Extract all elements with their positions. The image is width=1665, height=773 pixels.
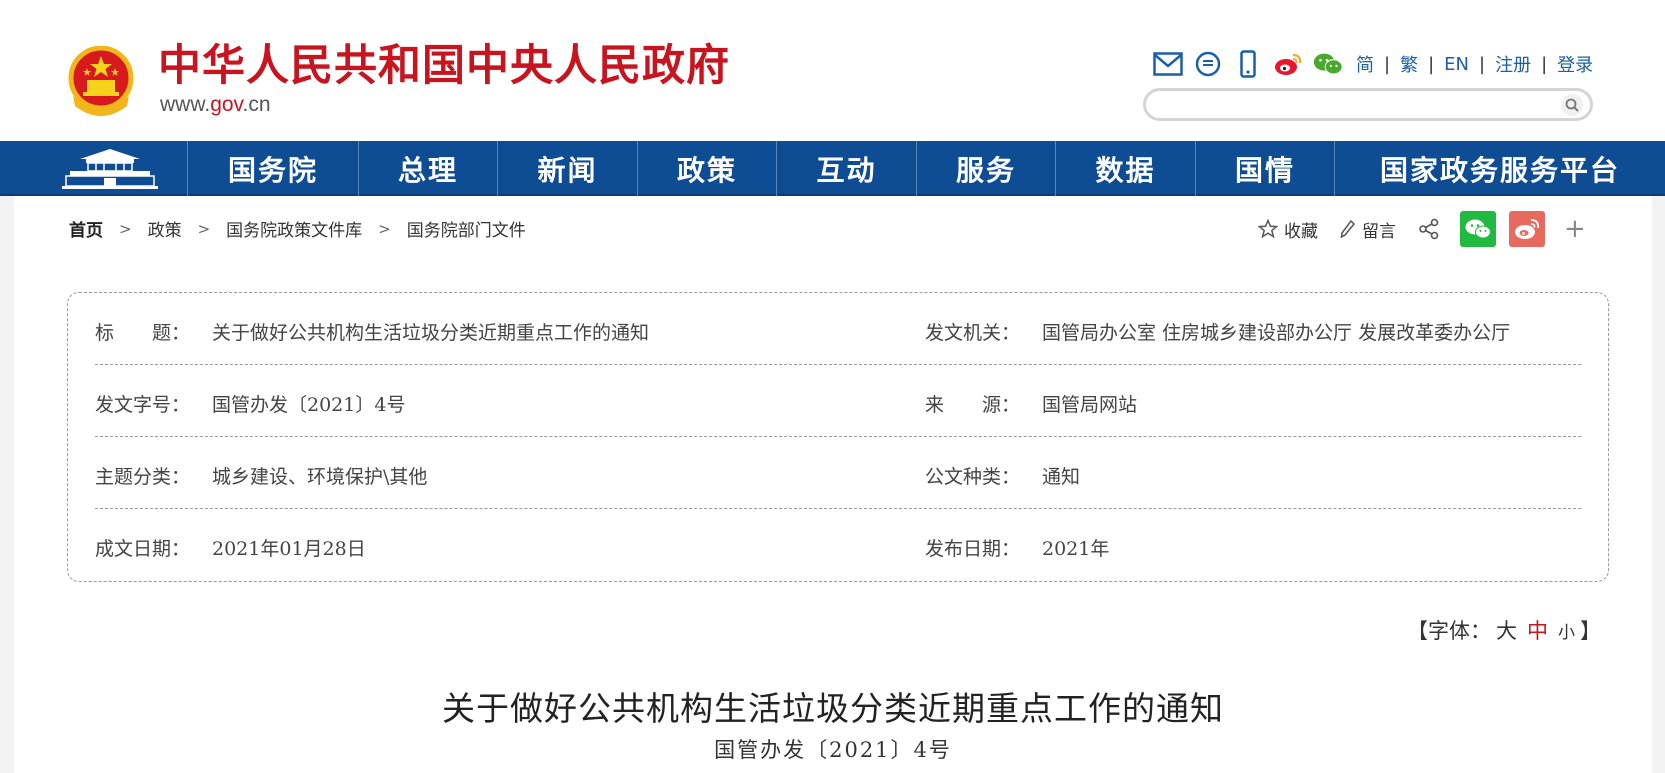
national-emblem-icon[interactable] <box>67 46 135 118</box>
info-value: 2021年01月28日 <box>212 538 366 560</box>
info-label: 来 源： <box>925 394 1021 416</box>
url-gov: gov <box>210 93 243 116</box>
pencil-icon <box>1340 219 1356 239</box>
info-label: 标 题： <box>95 322 191 344</box>
nav-item-news[interactable]: 新闻 <box>497 141 637 196</box>
lang-traditional-link[interactable]: 繁 <box>1400 51 1418 77</box>
chevron-right-icon: > <box>378 219 391 238</box>
breadcrumb-home[interactable]: 首页 <box>69 216 103 241</box>
separator: | <box>1541 53 1548 75</box>
info-row-category: 主题分类： 城乡建设、环境保护\其他 公文种类： 通知 <box>95 437 1581 509</box>
font-size-close: 】 <box>1580 619 1601 643</box>
info-label: 主题分类： <box>95 466 191 488</box>
wechat-icon <box>1465 219 1491 239</box>
mail-icon[interactable] <box>1152 48 1184 80</box>
tiananmen-logo-icon[interactable] <box>62 147 158 191</box>
info-value: 国管办发〔2021〕4号 <box>212 394 406 416</box>
more-share-plus-icon[interactable]: + <box>1564 216 1586 242</box>
nav-items: 国务院 总理 新闻 政策 互动 服务 数据 国情 国家政务服务平台 <box>187 141 1665 196</box>
document-number: 国管办发〔2021〕4号 <box>714 738 952 762</box>
url-prefix: www. <box>160 93 211 116</box>
nav-item-data[interactable]: 数据 <box>1055 141 1195 196</box>
site-header: 中华人民共和国中央人民政府 www.gov.cn 简 | 繁 | EN | 注册… <box>0 0 1665 141</box>
info-label: 发文机关： <box>925 322 1021 344</box>
register-link[interactable]: 注册 <box>1495 51 1531 77</box>
share-bar: 收藏 留言 + <box>1258 211 1586 247</box>
font-size-medium-button[interactable]: 中 <box>1527 615 1548 645</box>
language-links: 简 | 繁 | EN | 注册 | 登录 <box>1356 51 1593 77</box>
nav-item-policy[interactable]: 政策 <box>637 141 776 196</box>
breadcrumb-policy[interactable]: 政策 <box>148 216 182 241</box>
info-row-dates: 成文日期： 2021年01月28日 发布日期： 2021年 <box>95 509 1581 581</box>
info-value: 2021年 <box>1042 538 1110 560</box>
nav-item-gov-service-platform[interactable]: 国家政务服务平台 <box>1334 141 1665 196</box>
font-size-large-button[interactable]: 大 <box>1496 615 1517 645</box>
share-icon[interactable] <box>1418 218 1446 240</box>
mobile-icon[interactable] <box>1232 48 1264 80</box>
site-title[interactable]: 中华人民共和国中央人民政府 <box>158 40 730 92</box>
search-input[interactable] <box>1160 94 1540 116</box>
favorite-label: 收藏 <box>1284 221 1318 242</box>
info-value: 通知 <box>1042 466 1081 488</box>
comment-button[interactable]: 留言 <box>1340 217 1396 242</box>
info-label: 公文种类： <box>925 466 1021 488</box>
info-label: 发文字号： <box>95 394 191 416</box>
font-size-small-button[interactable]: 小 <box>1558 618 1575 643</box>
content-area: 首页 > 政策 > 国务院政策文件库 > 国务院部门文件 收藏 留言 + 标 题… <box>14 196 1652 773</box>
nav-item-premier[interactable]: 总理 <box>358 141 497 196</box>
nav-item-national-info[interactable]: 国情 <box>1195 141 1334 196</box>
lang-english-link[interactable]: EN <box>1444 54 1469 75</box>
search-box <box>1143 88 1593 121</box>
separator: | <box>1428 53 1435 75</box>
separator: | <box>1384 53 1391 75</box>
separator: | <box>1479 53 1486 75</box>
site-url[interactable]: www.gov.cn <box>160 92 271 118</box>
login-link[interactable]: 登录 <box>1557 51 1593 77</box>
info-value: 国管局办公室 住房城乡建设部办公厅 发展改革委办公厅 <box>1042 322 1511 344</box>
wechat-icon[interactable] <box>1312 48 1344 80</box>
info-row-title: 标 题： 关于做好公共机构生活垃圾分类近期重点工作的通知 发文机关： 国管局办公… <box>95 293 1581 365</box>
top-tools: 简 | 繁 | EN | 注册 | 登录 <box>1152 48 1593 80</box>
message-icon[interactable] <box>1192 48 1224 80</box>
info-value: 关于做好公共机构生活垃圾分类近期重点工作的通知 <box>212 322 650 344</box>
breadcrumb-policy-library[interactable]: 国务院政策文件库 <box>226 216 362 241</box>
font-size-open: 【字体： <box>1407 619 1491 643</box>
weibo-icon[interactable] <box>1272 48 1304 80</box>
font-size-selector: 【字体： 大 中 小 】 <box>1407 615 1601 645</box>
search-icon[interactable] <box>1560 93 1584 117</box>
nav-item-services[interactable]: 服务 <box>916 141 1055 196</box>
info-label: 发布日期： <box>925 538 1021 560</box>
breadcrumb: 首页 > 政策 > 国务院政策文件库 > 国务院部门文件 <box>69 216 526 242</box>
share-weibo-button[interactable] <box>1509 211 1545 247</box>
chevron-right-icon: > <box>119 219 132 238</box>
weibo-icon <box>1515 219 1540 239</box>
share-wechat-button[interactable] <box>1460 211 1496 247</box>
info-value: 国管局网站 <box>1042 394 1138 416</box>
star-icon <box>1258 219 1278 239</box>
info-label: 成文日期： <box>95 538 191 560</box>
info-row-doc-number: 发文字号： 国管办发〔2021〕4号 来 源： 国管局网站 <box>95 365 1581 437</box>
chevron-right-icon: > <box>197 219 211 238</box>
document-title: 关于做好公共机构生活垃圾分类近期重点工作的通知 <box>442 689 1224 728</box>
breadcrumb-department-files[interactable]: 国务院部门文件 <box>407 216 526 241</box>
document-info-table: 标 题： 关于做好公共机构生活垃圾分类近期重点工作的通知 发文机关： 国管局办公… <box>67 292 1609 582</box>
comment-label: 留言 <box>1362 221 1396 242</box>
nav-item-interaction[interactable]: 互动 <box>776 141 916 196</box>
info-value: 城乡建设、环境保护\其他 <box>212 466 428 488</box>
nav-item-state-council[interactable]: 国务院 <box>187 141 358 196</box>
main-nav: 国务院 总理 新闻 政策 互动 服务 数据 国情 国家政务服务平台 <box>0 141 1665 196</box>
favorite-button[interactable]: 收藏 <box>1258 217 1318 242</box>
url-suffix: .cn <box>242 93 271 116</box>
lang-simplified-link[interactable]: 简 <box>1356 51 1374 77</box>
